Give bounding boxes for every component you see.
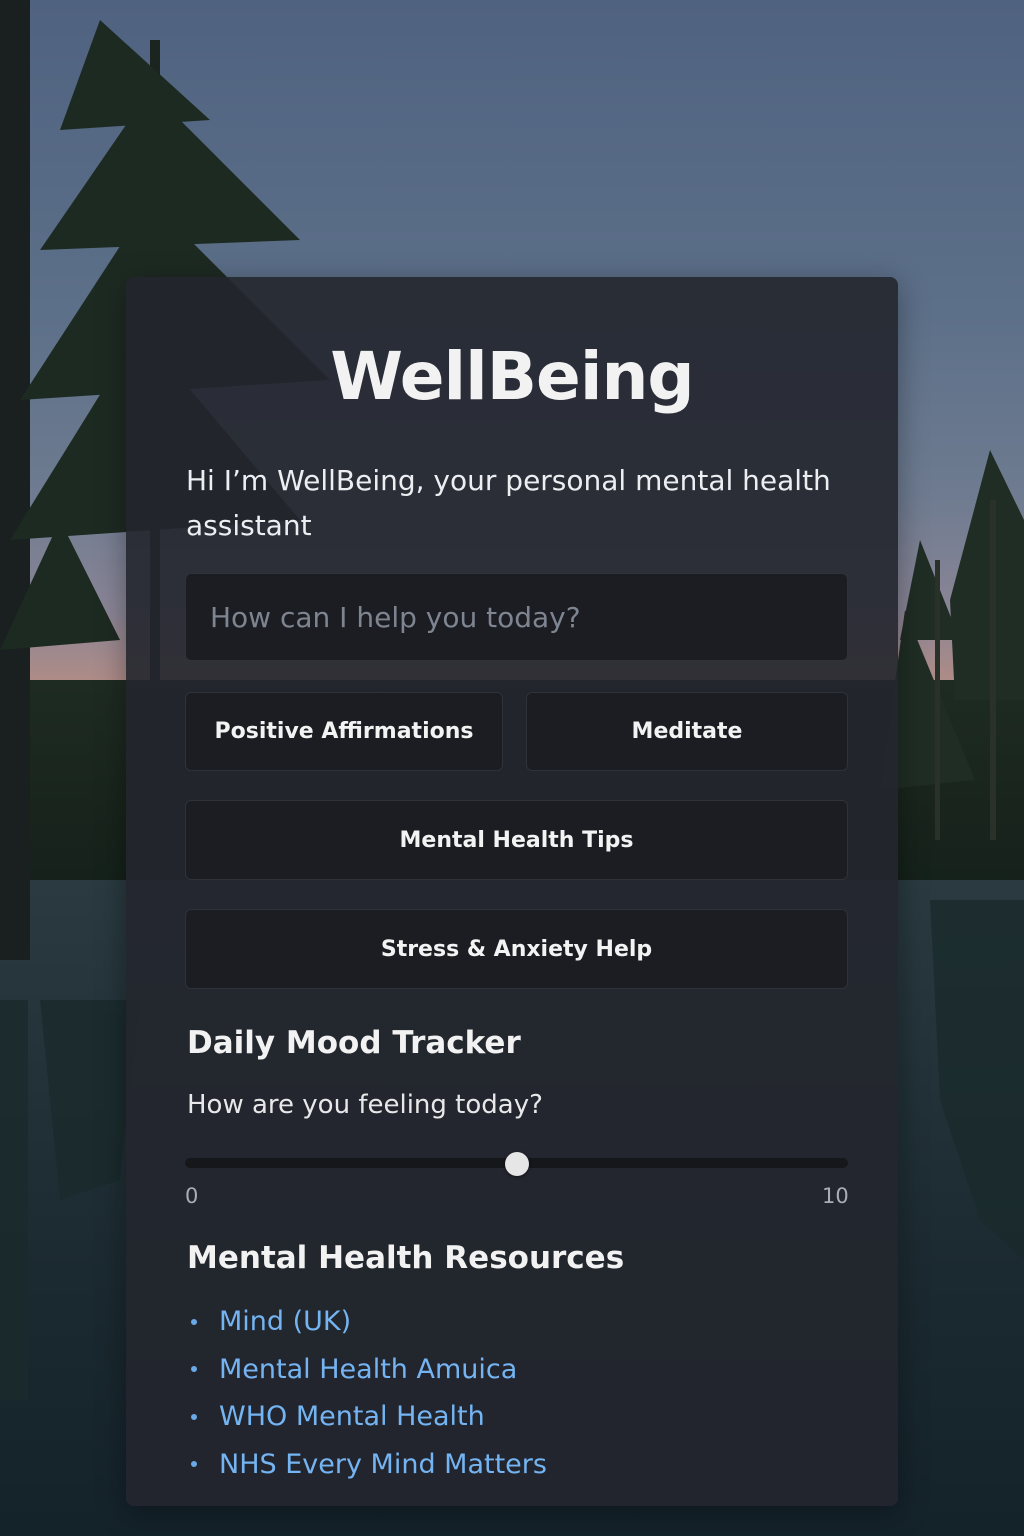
bullet-icon [191,1366,197,1373]
resource-link-mind[interactable]: Mind (UK) [219,1306,351,1337]
positive-affirmations-button[interactable]: Positive Affirmations [185,692,503,771]
stress-anxiety-help-button[interactable]: Stress & Anxiety Help [185,909,848,989]
bullet-icon [191,1413,197,1420]
mood-slider-min-label: 0 [185,1184,199,1208]
bullet-icon [191,1318,197,1325]
mood-tracker-heading: Daily Mood Tracker [187,1025,521,1061]
intro-text: Hi I’m WellBeing, your personal mental h… [186,464,831,542]
resource-link-who[interactable]: WHO Mental Health [219,1401,485,1432]
meditate-button[interactable]: Meditate [526,692,848,771]
resources-list: Mind (UK) Mental Health Amuica WHO Menta… [187,1298,547,1488]
list-item: Mental Health Amuica [187,1346,547,1394]
chat-input[interactable] [185,573,848,661]
mental-health-tips-button[interactable]: Mental Health Tips [185,800,848,880]
mood-slider-max-label: 10 [822,1184,849,1208]
mood-slider-thumb[interactable] [504,1152,529,1176]
list-item: Mind (UK) [187,1298,547,1346]
resource-link-nhs[interactable]: NHS Every Mind Matters [219,1449,547,1480]
bullet-icon [191,1461,197,1468]
app-title: WellBeing [330,338,694,415]
list-item: WHO Mental Health [187,1393,547,1441]
resource-link-mha[interactable]: Mental Health Amuica [219,1354,517,1385]
mood-question: How are you feeling today? [187,1090,543,1120]
resources-heading: Mental Health Resources [187,1240,625,1276]
list-item: NHS Every Mind Matters [187,1441,547,1489]
